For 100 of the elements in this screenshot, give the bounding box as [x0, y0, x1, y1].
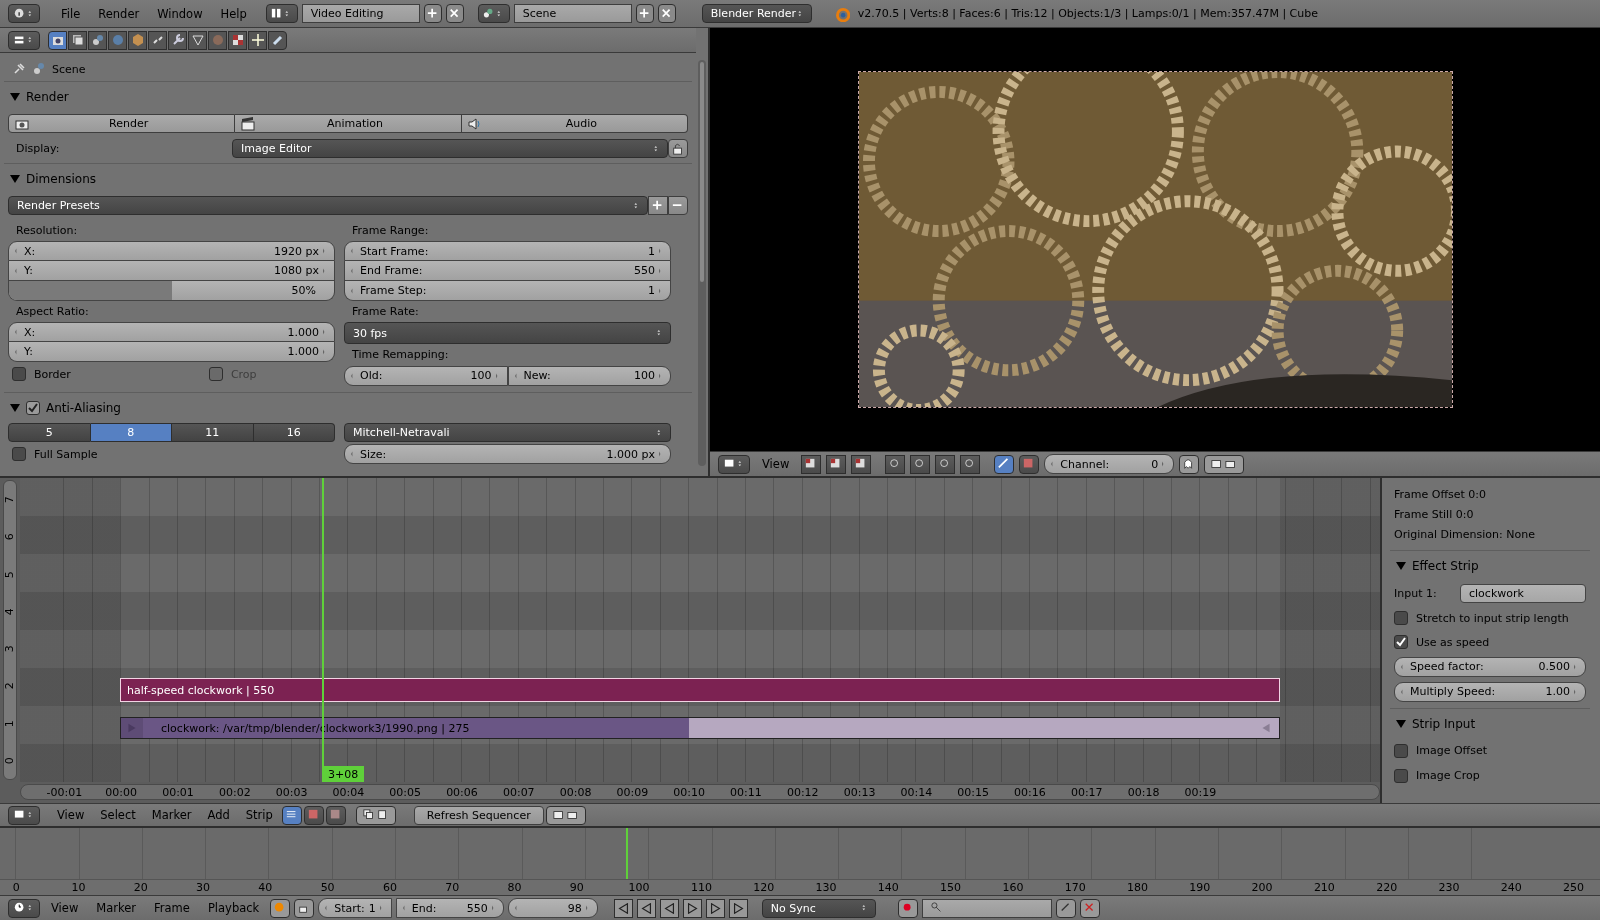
menu-item[interactable]: Marker: [144, 808, 199, 822]
render-action-button[interactable]: Render: [8, 114, 236, 133]
properties-tab[interactable]: [88, 30, 107, 50]
menu-item[interactable]: Window: [150, 6, 210, 21]
editor-type-button[interactable]: [8, 30, 40, 50]
display-mode-button[interactable]: [935, 454, 956, 474]
properties-tab[interactable]: [48, 30, 67, 50]
refresh-sequencer-button[interactable]: Refresh Sequencer: [413, 805, 544, 825]
number-field[interactable]: X: 1920 px: [8, 241, 335, 261]
number-field[interactable]: X: 1.000: [8, 322, 335, 342]
end-frame-field[interactable]: End: 550: [395, 898, 504, 918]
menu-item[interactable]: View: [44, 901, 86, 915]
properties-tab[interactable]: [128, 30, 147, 50]
checkbox[interactable]: [1394, 635, 1408, 649]
menu-item[interactable]: Playback: [200, 901, 267, 915]
editor-type-button[interactable]: [477, 4, 510, 23]
menu-item[interactable]: Help: [213, 6, 254, 21]
resolution-percentage-slider[interactable]: 50%: [8, 281, 335, 301]
sync-dropdown[interactable]: No Sync: [761, 898, 876, 918]
record-button[interactable]: [897, 898, 918, 918]
filter-dropdown[interactable]: Mitchell-Netravali: [344, 423, 671, 442]
sample-count-button[interactable]: 5: [8, 423, 91, 442]
disclosure-triangle-icon[interactable]: [1396, 560, 1406, 571]
render-preview-button[interactable]: [1204, 454, 1245, 474]
properties-tab[interactable]: [188, 30, 207, 50]
screen-layout-field[interactable]: Video Editing: [301, 4, 420, 23]
menu-item[interactable]: Marker: [89, 901, 144, 915]
ghost-button[interactable]: [1179, 454, 1200, 474]
view-type-button[interactable]: [281, 805, 302, 825]
frame-rate-dropdown[interactable]: 30 fps: [344, 322, 671, 344]
disclosure-triangle-icon[interactable]: [10, 91, 20, 102]
display-mode-button[interactable]: [910, 454, 931, 474]
menu-item[interactable]: Select: [93, 808, 143, 822]
sample-count-button[interactable]: 11: [172, 423, 254, 442]
playback-button[interactable]: [728, 898, 748, 918]
properties-tab[interactable]: [68, 30, 87, 50]
lock-button[interactable]: [294, 898, 315, 918]
number-field[interactable]: Multiply Speed: 1.00: [1394, 681, 1586, 702]
add-layout-button[interactable]: [423, 4, 442, 23]
view-type-button[interactable]: [851, 454, 872, 474]
number-field[interactable]: Start Frame: 1: [344, 241, 671, 261]
render-action-button[interactable]: Animation: [235, 114, 462, 133]
lock-button[interactable]: [668, 139, 688, 158]
scene-field[interactable]: Scene: [513, 4, 632, 23]
keying-set-field[interactable]: [921, 898, 1052, 918]
checkbox[interactable]: [1394, 743, 1408, 758]
render-action-button[interactable]: Audio: [461, 114, 688, 133]
menu-item[interactable]: Strip: [238, 808, 280, 822]
menu-item[interactable]: Render: [91, 6, 147, 21]
number-field[interactable]: Old: 100: [344, 365, 508, 386]
checkbox[interactable]: [12, 447, 26, 461]
delete-layout-button[interactable]: [445, 4, 464, 23]
render-engine-dropdown[interactable]: Blender Render: [701, 4, 812, 23]
properties-tab[interactable]: [148, 30, 167, 50]
insert-keyframe-button[interactable]: [1055, 898, 1076, 918]
view-type-button[interactable]: [826, 454, 847, 474]
sample-count-button[interactable]: 8: [90, 423, 172, 442]
checkbox[interactable]: [1394, 768, 1408, 783]
playback-button[interactable]: [636, 898, 656, 918]
number-field[interactable]: New: 100: [507, 365, 671, 386]
disclosure-triangle-icon[interactable]: [10, 173, 20, 184]
info-editor-button[interactable]: [8, 4, 40, 23]
render-presets-dropdown[interactable]: Render Presets: [8, 196, 648, 215]
input-strip-field[interactable]: clockwork: [1460, 583, 1586, 603]
effect-strip[interactable]: half-speed clockwork | 550: [120, 678, 1280, 702]
properties-tab[interactable]: [268, 30, 287, 50]
sample-count-button[interactable]: 16: [253, 423, 335, 442]
checkbox[interactable]: [1394, 611, 1408, 625]
preview-range-button[interactable]: [270, 898, 291, 918]
menu-item[interactable]: View: [755, 457, 797, 471]
number-field[interactable]: End Frame: 550: [344, 261, 671, 281]
number-field[interactable]: Y: 1.000: [8, 342, 335, 362]
view-type-button[interactable]: [801, 454, 822, 474]
playback-button[interactable]: [613, 898, 633, 918]
checkbox[interactable]: [26, 400, 40, 415]
editor-type-button[interactable]: [718, 454, 750, 474]
playback-button[interactable]: [659, 898, 679, 918]
display-dropdown[interactable]: Image Editor: [232, 139, 668, 158]
pin-icon[interactable]: [12, 62, 26, 76]
editor-type-button[interactable]: [8, 805, 40, 825]
overlay-toggle-button[interactable]: [994, 454, 1015, 474]
remove-preset-button[interactable]: [668, 196, 688, 215]
add-scene-button[interactable]: [635, 4, 654, 23]
add-preset-button[interactable]: [648, 196, 668, 215]
checkbox[interactable]: [12, 367, 26, 381]
number-field[interactable]: Y: 1080 px: [8, 261, 335, 281]
channel-field[interactable]: Channel: 0: [1044, 454, 1175, 474]
safe-margin-button[interactable]: [1019, 454, 1040, 474]
playback-button[interactable]: [682, 898, 702, 918]
number-field[interactable]: Size: 1.000 px: [344, 444, 671, 464]
disclosure-triangle-icon[interactable]: [1396, 718, 1406, 729]
scrollbar[interactable]: [698, 60, 706, 466]
view-type-button[interactable]: [325, 805, 346, 825]
display-mode-button[interactable]: [885, 454, 906, 474]
start-frame-field[interactable]: Start: 1: [318, 898, 392, 918]
playback-button[interactable]: [705, 898, 725, 918]
properties-tab[interactable]: [228, 30, 247, 50]
editor-type-button[interactable]: [8, 898, 40, 918]
render-preview-button[interactable]: [545, 805, 586, 825]
number-field[interactable]: Frame Step: 1: [344, 281, 671, 301]
